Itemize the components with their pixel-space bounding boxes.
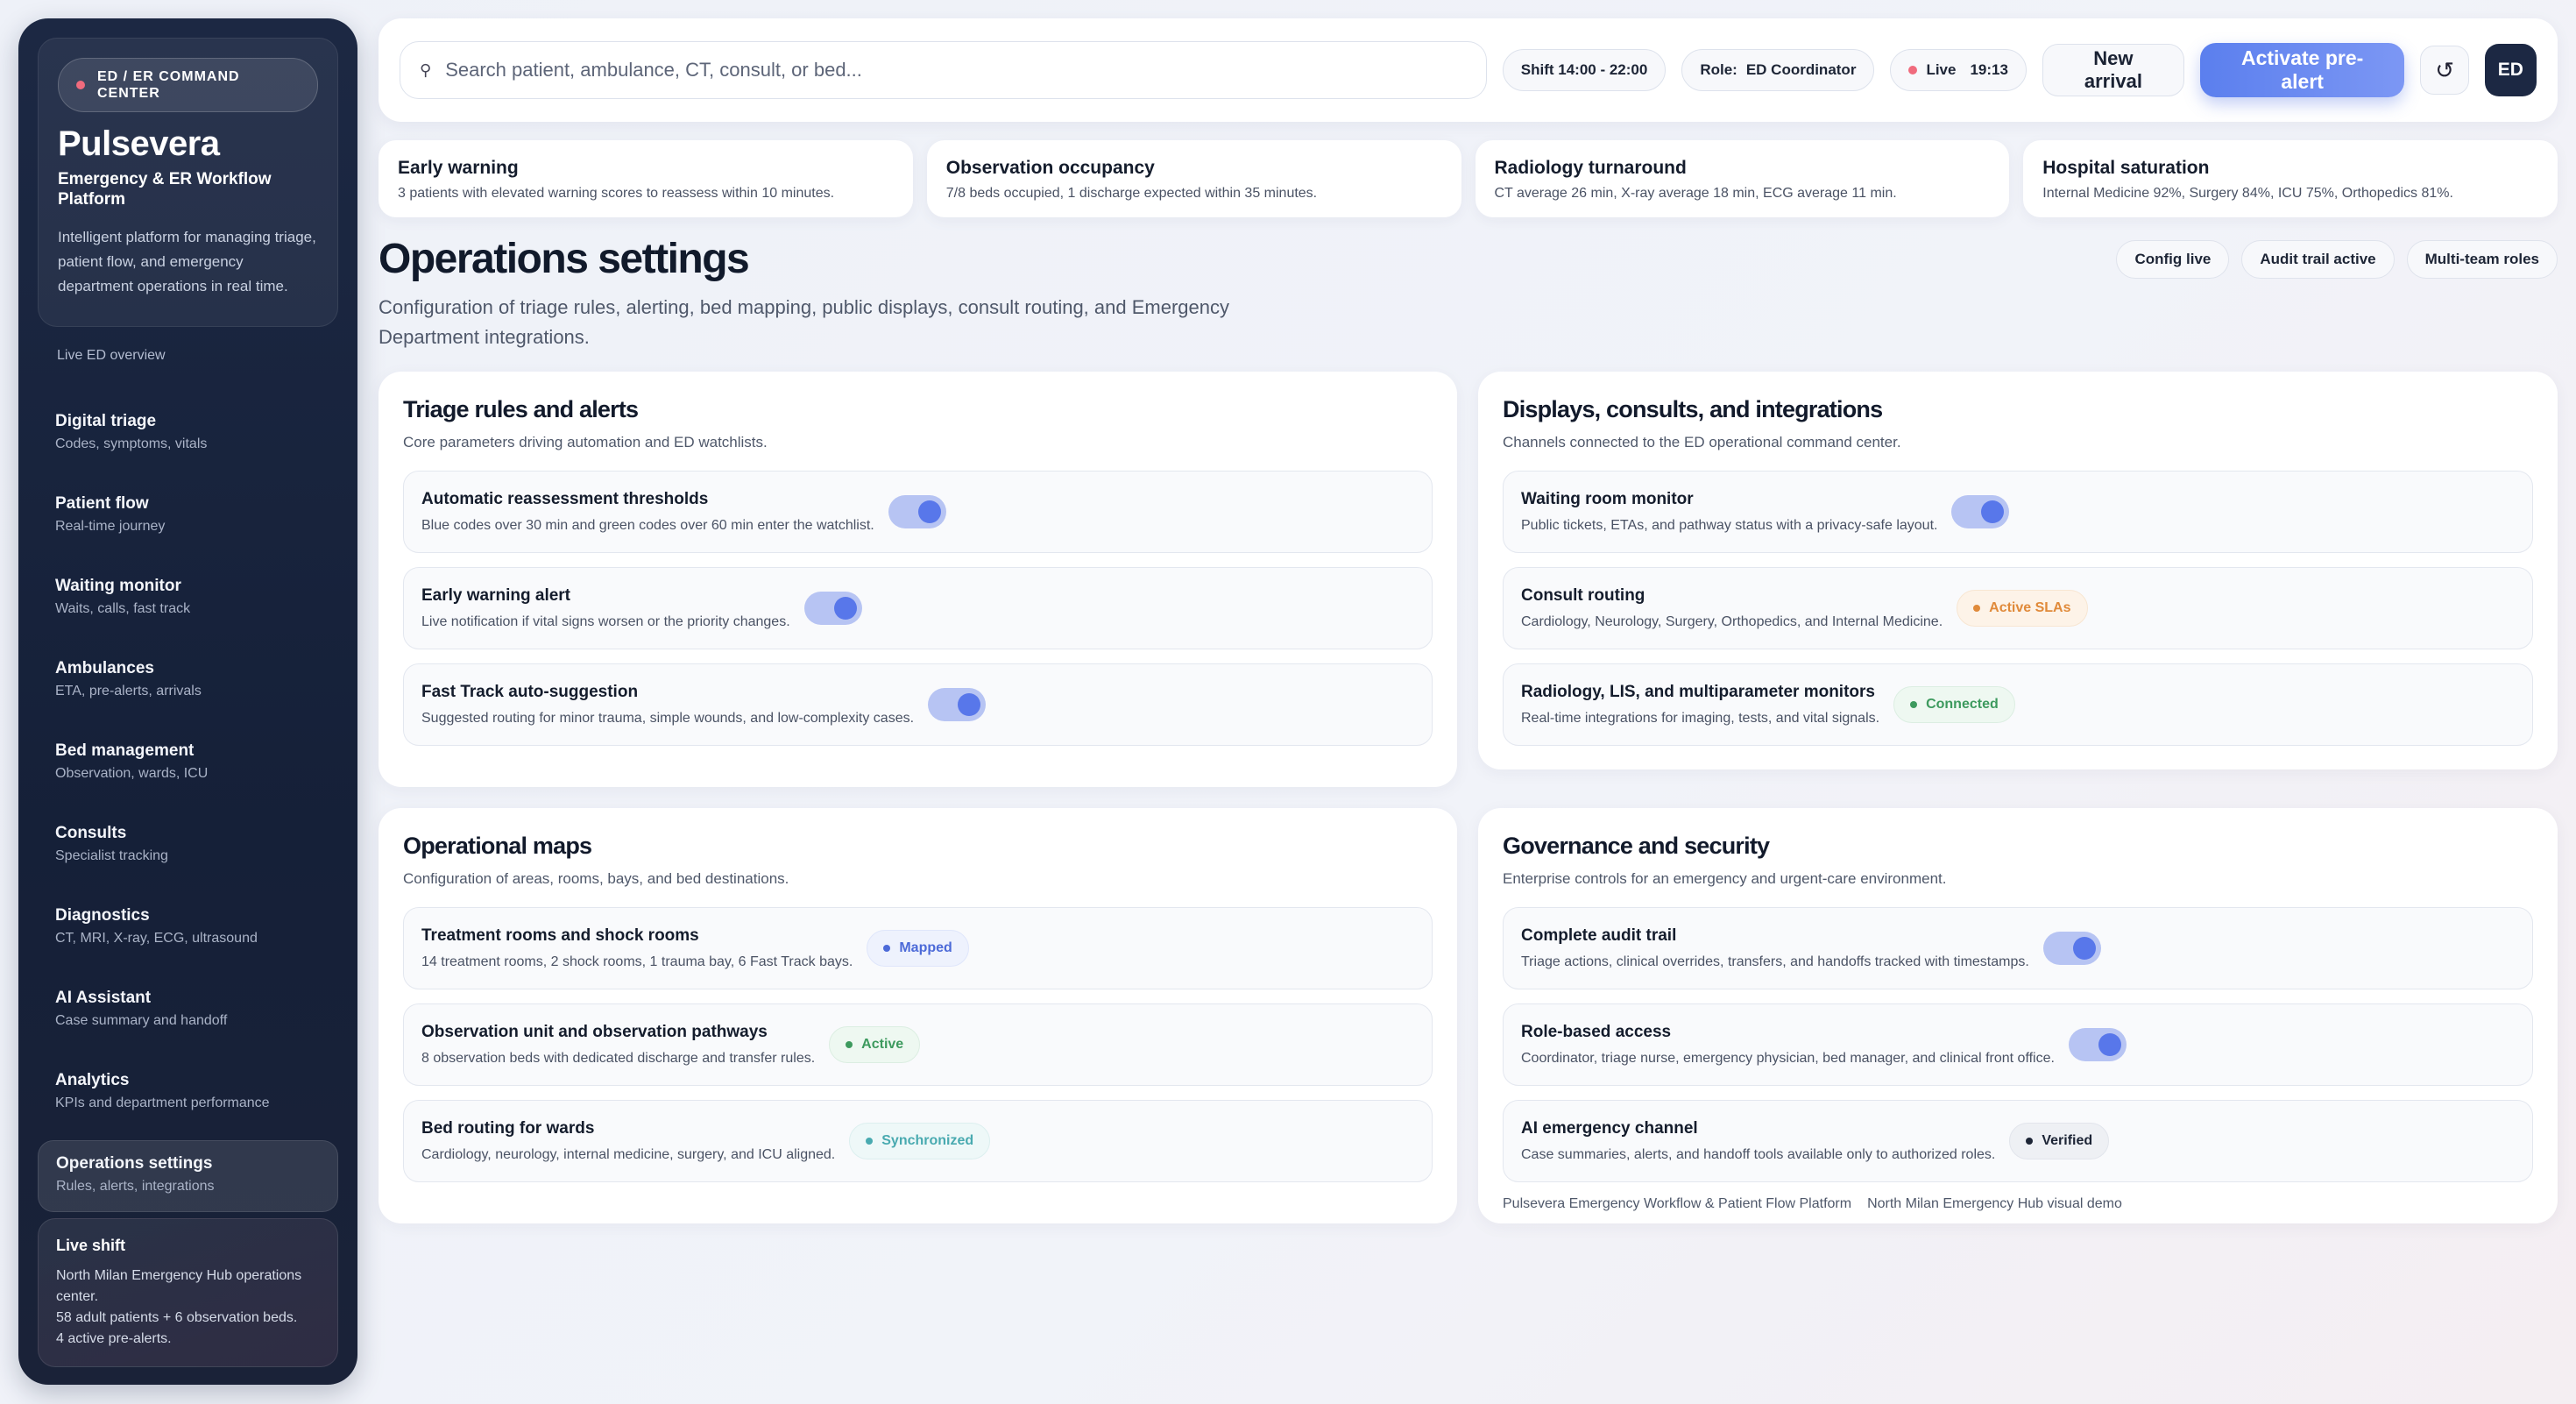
setting-row-consult-routing: Consult routing Cardiology, Neurology, S… <box>1503 567 2533 649</box>
status-badge-verified: Verified <box>2009 1123 2110 1159</box>
setting-row-observation-unit: Observation unit and observation pathway… <box>403 1003 1433 1086</box>
sidebar-item-bed-management[interactable]: Bed management Observation, wards, ICU <box>38 728 338 800</box>
setting-row-ai-channel: AI emergency channel Case summaries, ale… <box>1503 1100 2533 1182</box>
topbar: ⚲ Shift 14:00 - 22:00 Role: ED Coordinat… <box>379 18 2558 122</box>
fast-track-toggle[interactable] <box>928 688 987 721</box>
kpi-card-observation-occupancy[interactable]: Observation occupancy 7/8 beds occupied,… <box>926 140 1461 217</box>
operational-maps-panel: Operational maps Configuration of areas,… <box>379 808 1457 1223</box>
setting-row-radiology-lis: Radiology, LIS, and multiparameter monit… <box>1503 663 2533 746</box>
kpi-card-hospital-saturation[interactable]: Hospital saturation Internal Medicine 92… <box>2023 140 2558 217</box>
reassessment-toggle[interactable] <box>888 495 946 528</box>
early-warning-toggle[interactable] <box>803 592 862 625</box>
refresh-button[interactable]: ↺ <box>2420 46 2469 95</box>
setting-row-reassessment: Automatic reassessment thresholds Blue c… <box>403 471 1433 553</box>
status-badge-synchronized: Synchronized <box>849 1123 991 1159</box>
setting-row-early-warning: Early warning alert Live notification if… <box>403 567 1433 649</box>
footer-note: Pulsevera Emergency Workflow & Patient F… <box>1503 1196 2122 1211</box>
live-clock-pill: Live 19:13 <box>1890 49 2027 91</box>
sidebar-item-diagnostics[interactable]: Diagnostics CT, MRI, X-ray, ECG, ultraso… <box>38 893 338 965</box>
kpi-card-early-warning[interactable]: Early warning 3 patients with elevated w… <box>379 140 913 217</box>
search-icon: ⚲ <box>420 60 432 79</box>
kpi-strip: Early warning 3 patients with elevated w… <box>379 140 2558 217</box>
sidebar-item-waiting-monitor[interactable]: Waiting monitor Waits, calls, fast track <box>38 564 338 635</box>
sidebar-item-ambulances[interactable]: Ambulances ETA, pre-alerts, arrivals <box>38 646 338 718</box>
setting-row-role-access: Role-based access Coordinator, triage nu… <box>1503 1003 2533 1086</box>
tag-multi-team: Multi-team roles <box>2406 240 2558 279</box>
sidebar-item-patient-flow[interactable]: Patient flow Real-time journey <box>38 481 338 553</box>
search-input[interactable] <box>445 59 1467 82</box>
status-dot <box>76 81 85 89</box>
governance-security-panel: Governance and security Enterprise contr… <box>1478 808 2558 1223</box>
status-badge-active-slas: Active SLAs <box>1957 590 2088 627</box>
sidebar: ED / ER COMMAND CENTER Pulsevera Emergen… <box>18 18 357 1385</box>
setting-row-waiting-monitor: Waiting room monitor Public tickets, ETA… <box>1503 471 2533 553</box>
sidebar-item-analytics[interactable]: Analytics KPIs and department performanc… <box>38 1058 338 1130</box>
sidebar-item-ai-assistant[interactable]: AI Assistant Case summary and handoff <box>38 975 338 1047</box>
shift-pill: Shift 14:00 - 22:00 <box>1502 49 1667 91</box>
live-dot <box>1908 66 1918 74</box>
status-badge-active: Active <box>829 1026 921 1063</box>
setting-row-bed-routing: Bed routing for wards Cardiology, neurol… <box>403 1100 1433 1182</box>
status-badge-connected: Connected <box>1893 686 2015 723</box>
brand-card: ED / ER COMMAND CENTER Pulsevera Emergen… <box>38 38 338 327</box>
page-description: Configuration of triage rules, alerting,… <box>379 296 1229 348</box>
status-badge-mapped: Mapped <box>867 930 969 967</box>
displays-integrations-panel: Displays, consults, and integrations Cha… <box>1478 372 2558 769</box>
setting-row-treatment-rooms: Treatment rooms and shock rooms 14 treat… <box>403 907 1433 989</box>
role-pill[interactable]: Role: ED Coordinator <box>1681 49 1875 91</box>
audit-trail-toggle[interactable] <box>2042 932 2101 965</box>
setting-row-audit-trail: Complete audit trail Triage actions, cli… <box>1503 907 2533 989</box>
role-access-toggle[interactable] <box>2068 1028 2127 1061</box>
brand-subtitle: Emergency & ER Workflow Platform <box>58 170 272 209</box>
command-center-chip: ED / ER COMMAND CENTER <box>58 58 318 112</box>
brand-name: Pulsevera <box>58 124 220 163</box>
sidebar-nav: Digital triage Codes, symptoms, vitals P… <box>38 399 338 1212</box>
sidebar-item-digital-triage[interactable]: Digital triage Codes, symptoms, vitals <box>38 399 338 471</box>
new-arrival-button[interactable]: New arrival <box>2042 44 2184 96</box>
live-overview-link[interactable]: Live ED overview <box>57 348 338 381</box>
refresh-icon: ↺ <box>2435 56 2454 83</box>
header-tags: Config live Audit trail active Multi-tea… <box>2116 240 2558 279</box>
sidebar-item-consults[interactable]: Consults Specialist tracking <box>38 811 338 883</box>
waiting-monitor-toggle[interactable] <box>1951 495 2010 528</box>
brand-description: Intelligent platform for managing triage… <box>58 229 316 294</box>
sidebar-item-operations-settings[interactable]: Operations settings Rules, alerts, integ… <box>38 1140 338 1212</box>
page-title: Operations settings <box>379 236 750 282</box>
avatar[interactable]: ED <box>2484 44 2537 96</box>
triage-rules-panel: Triage rules and alerts Core parameters … <box>379 372 1457 787</box>
live-shift-card: Live shift North Milan Emergency Hub ope… <box>38 1218 338 1367</box>
tag-audit-trail: Audit trail active <box>2241 240 2395 279</box>
kpi-card-radiology-turnaround[interactable]: Radiology turnaround CT average 26 min, … <box>1475 140 2010 217</box>
tag-config-live: Config live <box>2116 240 2230 279</box>
search-box[interactable]: ⚲ <box>400 41 1487 99</box>
setting-row-fast-track: Fast Track auto-suggestion Suggested rou… <box>403 663 1433 746</box>
activate-pre-alert-button[interactable]: Activate pre-alert <box>2199 43 2405 97</box>
